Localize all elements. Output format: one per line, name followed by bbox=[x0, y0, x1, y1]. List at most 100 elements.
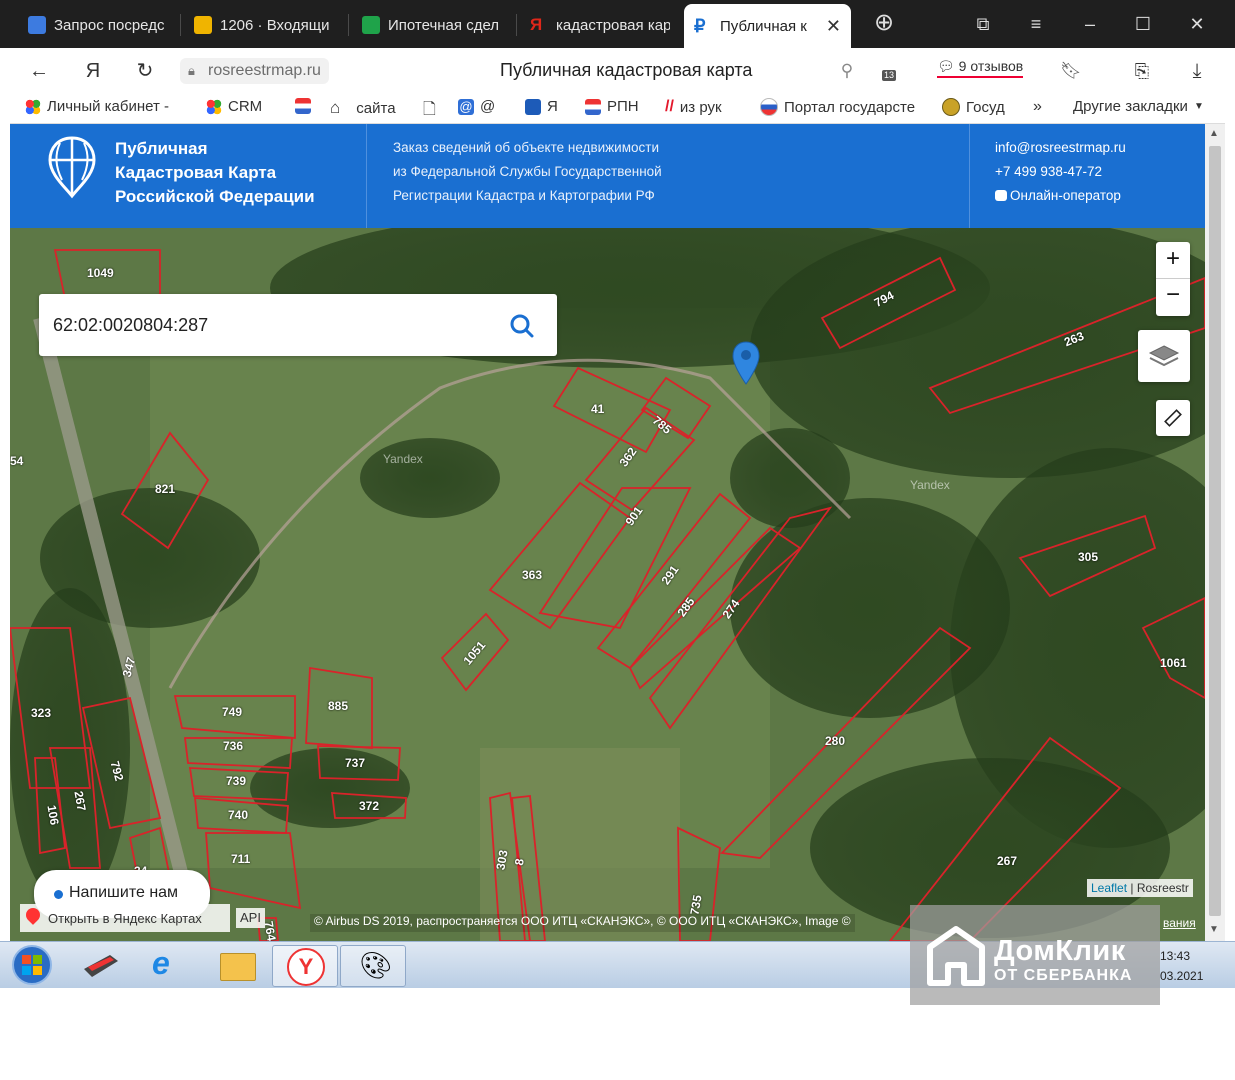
parcel-label[interactable]: 711 bbox=[231, 852, 250, 866]
back-button[interactable]: ← bbox=[24, 56, 54, 86]
scroll-up-icon[interactable]: ▲ bbox=[1209, 128, 1219, 139]
page-scrollbar[interactable]: ▲ ▼ bbox=[1205, 124, 1225, 941]
parcel-label[interactable]: 821 bbox=[155, 482, 175, 496]
taskbar-yandex-browser[interactable]: Y bbox=[272, 945, 338, 987]
taskbar-scanner-app[interactable] bbox=[68, 945, 132, 985]
colorful-dots-icon bbox=[206, 98, 222, 115]
bookmark-label: Личный кабинет - bbox=[47, 98, 170, 115]
parcel-label[interactable]: 280 bbox=[825, 734, 845, 748]
tabs-overview-icon[interactable]: ⧉ bbox=[968, 10, 998, 38]
bookmark-rpn[interactable]: РПН bbox=[585, 98, 639, 115]
zoom-in-button[interactable]: + bbox=[1156, 242, 1190, 279]
tab-mortgage[interactable]: Ипотечная сдел bbox=[352, 7, 512, 43]
site-logo-title[interactable]: Публичная Кадастровая Карта Российской Ф… bbox=[115, 137, 315, 209]
tab-inbox[interactable]: 1206 · Входящи bbox=[184, 7, 344, 43]
url-text: rosreestrmap.ru bbox=[208, 62, 321, 79]
parcel-label[interactable]: 736 bbox=[223, 739, 243, 753]
url-field[interactable]: 🔒︎ rosreestrmap.ru bbox=[180, 58, 329, 84]
yandex-home-button[interactable]: Я bbox=[78, 56, 108, 86]
tab-separator bbox=[516, 14, 517, 36]
system-clock[interactable]: 13:43 03.2021 bbox=[1160, 948, 1203, 984]
bookmark-yandex[interactable]: Я bbox=[525, 98, 558, 115]
tab-public-cadastral-map[interactable]: ₽ Публичная к ✕ bbox=[684, 4, 851, 48]
parcel-label[interactable]: 740 bbox=[228, 808, 248, 822]
api-link[interactable]: API bbox=[236, 908, 265, 928]
parcel-label[interactable]: 1049 bbox=[87, 266, 114, 280]
parcel-label[interactable]: 363 bbox=[522, 568, 542, 582]
bookmark-label: РПН bbox=[607, 98, 639, 115]
parcel-label[interactable]: 372 bbox=[359, 799, 379, 813]
parcel-label[interactable]: 267 bbox=[997, 854, 1017, 868]
location-pin-icon[interactable]: ⚲ bbox=[832, 56, 862, 86]
terms-link[interactable]: вания bbox=[1163, 916, 1196, 930]
caret-down-icon: ▼ bbox=[1193, 101, 1204, 112]
emblem-icon bbox=[942, 98, 960, 116]
comment-icon: 💬︎ bbox=[937, 58, 955, 74]
menu-icon[interactable]: ≡ bbox=[1021, 10, 1051, 38]
extensions-icon[interactable]: 13 bbox=[872, 56, 902, 86]
close-tab-icon[interactable]: ✕ bbox=[826, 16, 841, 37]
parcel-label[interactable]: 323 bbox=[31, 706, 51, 720]
sidebar-icon[interactable]: ⎘ bbox=[1127, 56, 1157, 86]
cadastral-map[interactable]: Yandex Yandex 1049 794 263 41 785 362 54… bbox=[10, 228, 1205, 941]
layers-icon bbox=[1148, 345, 1180, 367]
scroll-down-icon[interactable]: ▼ bbox=[1209, 924, 1219, 935]
parcel-label[interactable]: 739 bbox=[226, 774, 246, 788]
globe-logo-icon[interactable] bbox=[46, 134, 98, 202]
bookmark-personal-cabinet[interactable]: Личный кабинет - bbox=[25, 98, 169, 115]
bookmark-site[interactable]: ⌂ сайта bbox=[330, 98, 396, 118]
zoom-out-button[interactable]: − bbox=[1156, 278, 1190, 314]
other-bookmarks-button[interactable]: Другие закладки ▼ bbox=[1073, 98, 1204, 115]
parcel-label[interactable]: 41 bbox=[591, 402, 604, 416]
parcel-label[interactable]: 737 bbox=[345, 756, 365, 770]
phone-link[interactable]: +7 499 938-47-72 bbox=[995, 160, 1126, 184]
cadastral-number-input[interactable] bbox=[51, 308, 495, 342]
more-bookmarks-button[interactable]: » bbox=[1033, 98, 1042, 116]
bookmark-label: CRM bbox=[228, 98, 263, 115]
bookmark-crm[interactable]: CRM bbox=[206, 98, 262, 115]
reviews-button[interactable]: 💬︎ 9 отзывов bbox=[937, 58, 1024, 78]
maximize-button[interactable]: ☐ bbox=[1128, 10, 1158, 38]
bookmark-gosuslugi[interactable]: Портал государсте bbox=[760, 98, 916, 116]
parcel-label[interactable]: 885 bbox=[328, 699, 348, 713]
tab-label: кадастровая кар bbox=[556, 16, 670, 34]
tab-favicon-icon bbox=[28, 16, 46, 34]
leaflet-link[interactable]: Leaflet bbox=[1091, 881, 1127, 895]
parcel-label[interactable]: 54 bbox=[10, 454, 23, 468]
open-in-yandex-maps-link[interactable]: Открыть в Яндекс Картах bbox=[20, 904, 230, 932]
ruler-button[interactable] bbox=[1156, 400, 1190, 436]
taskbar-explorer-app[interactable] bbox=[204, 945, 268, 985]
minimize-button[interactable]: – bbox=[1075, 10, 1105, 38]
download-icon[interactable]: ⤓ bbox=[1182, 56, 1212, 86]
tab-cadastral-search[interactable]: Я кадастровая кар bbox=[520, 7, 680, 43]
bookmark-gosud[interactable]: Госуд bbox=[942, 98, 1005, 116]
bookmark-page[interactable]: 🗋 bbox=[423, 98, 436, 125]
tab-separator bbox=[180, 14, 181, 36]
close-window-button[interactable]: ✕ bbox=[1182, 10, 1212, 38]
windows-start-icon[interactable] bbox=[10, 944, 54, 986]
parcel-label[interactable]: 305 bbox=[1078, 550, 1098, 564]
logo-line: Российской Федерации bbox=[115, 187, 315, 206]
email-link[interactable]: info@rosreestrmap.ru bbox=[995, 136, 1126, 160]
parcel-label[interactable]: 749 bbox=[222, 705, 242, 719]
bookmark-avito[interactable]: // из рук bbox=[665, 98, 722, 116]
chat-bubble-icon bbox=[995, 190, 1007, 201]
search-icon[interactable] bbox=[509, 313, 535, 339]
taskbar-ie-app[interactable]: e bbox=[136, 945, 200, 985]
bookmark-icon[interactable]: 🔖︎ bbox=[1056, 56, 1086, 86]
bookmark-mail[interactable]: @ @ bbox=[458, 98, 495, 115]
scrollbar-thumb[interactable] bbox=[1209, 146, 1221, 916]
yandex-browser-icon: Y bbox=[287, 948, 325, 986]
reload-button[interactable]: ↻ bbox=[130, 56, 160, 86]
parcel-label[interactable]: 1061 bbox=[1160, 656, 1187, 670]
layers-button[interactable] bbox=[1138, 330, 1190, 382]
location-marker-icon[interactable] bbox=[730, 340, 762, 386]
taskbar-paint-app[interactable]: 🎨︎ bbox=[340, 945, 406, 987]
bookmark-rosreestr[interactable] bbox=[295, 98, 311, 114]
tab-zapros[interactable]: Запрос посредс bbox=[18, 7, 178, 43]
status-dot-icon bbox=[54, 890, 63, 899]
online-operator-link[interactable]: Онлайн-оператор bbox=[995, 184, 1126, 208]
bookmark-label: @ bbox=[480, 98, 496, 115]
bookmark-label: Госуд bbox=[966, 98, 1005, 116]
new-tab-button[interactable]: ⊕ bbox=[869, 10, 899, 38]
